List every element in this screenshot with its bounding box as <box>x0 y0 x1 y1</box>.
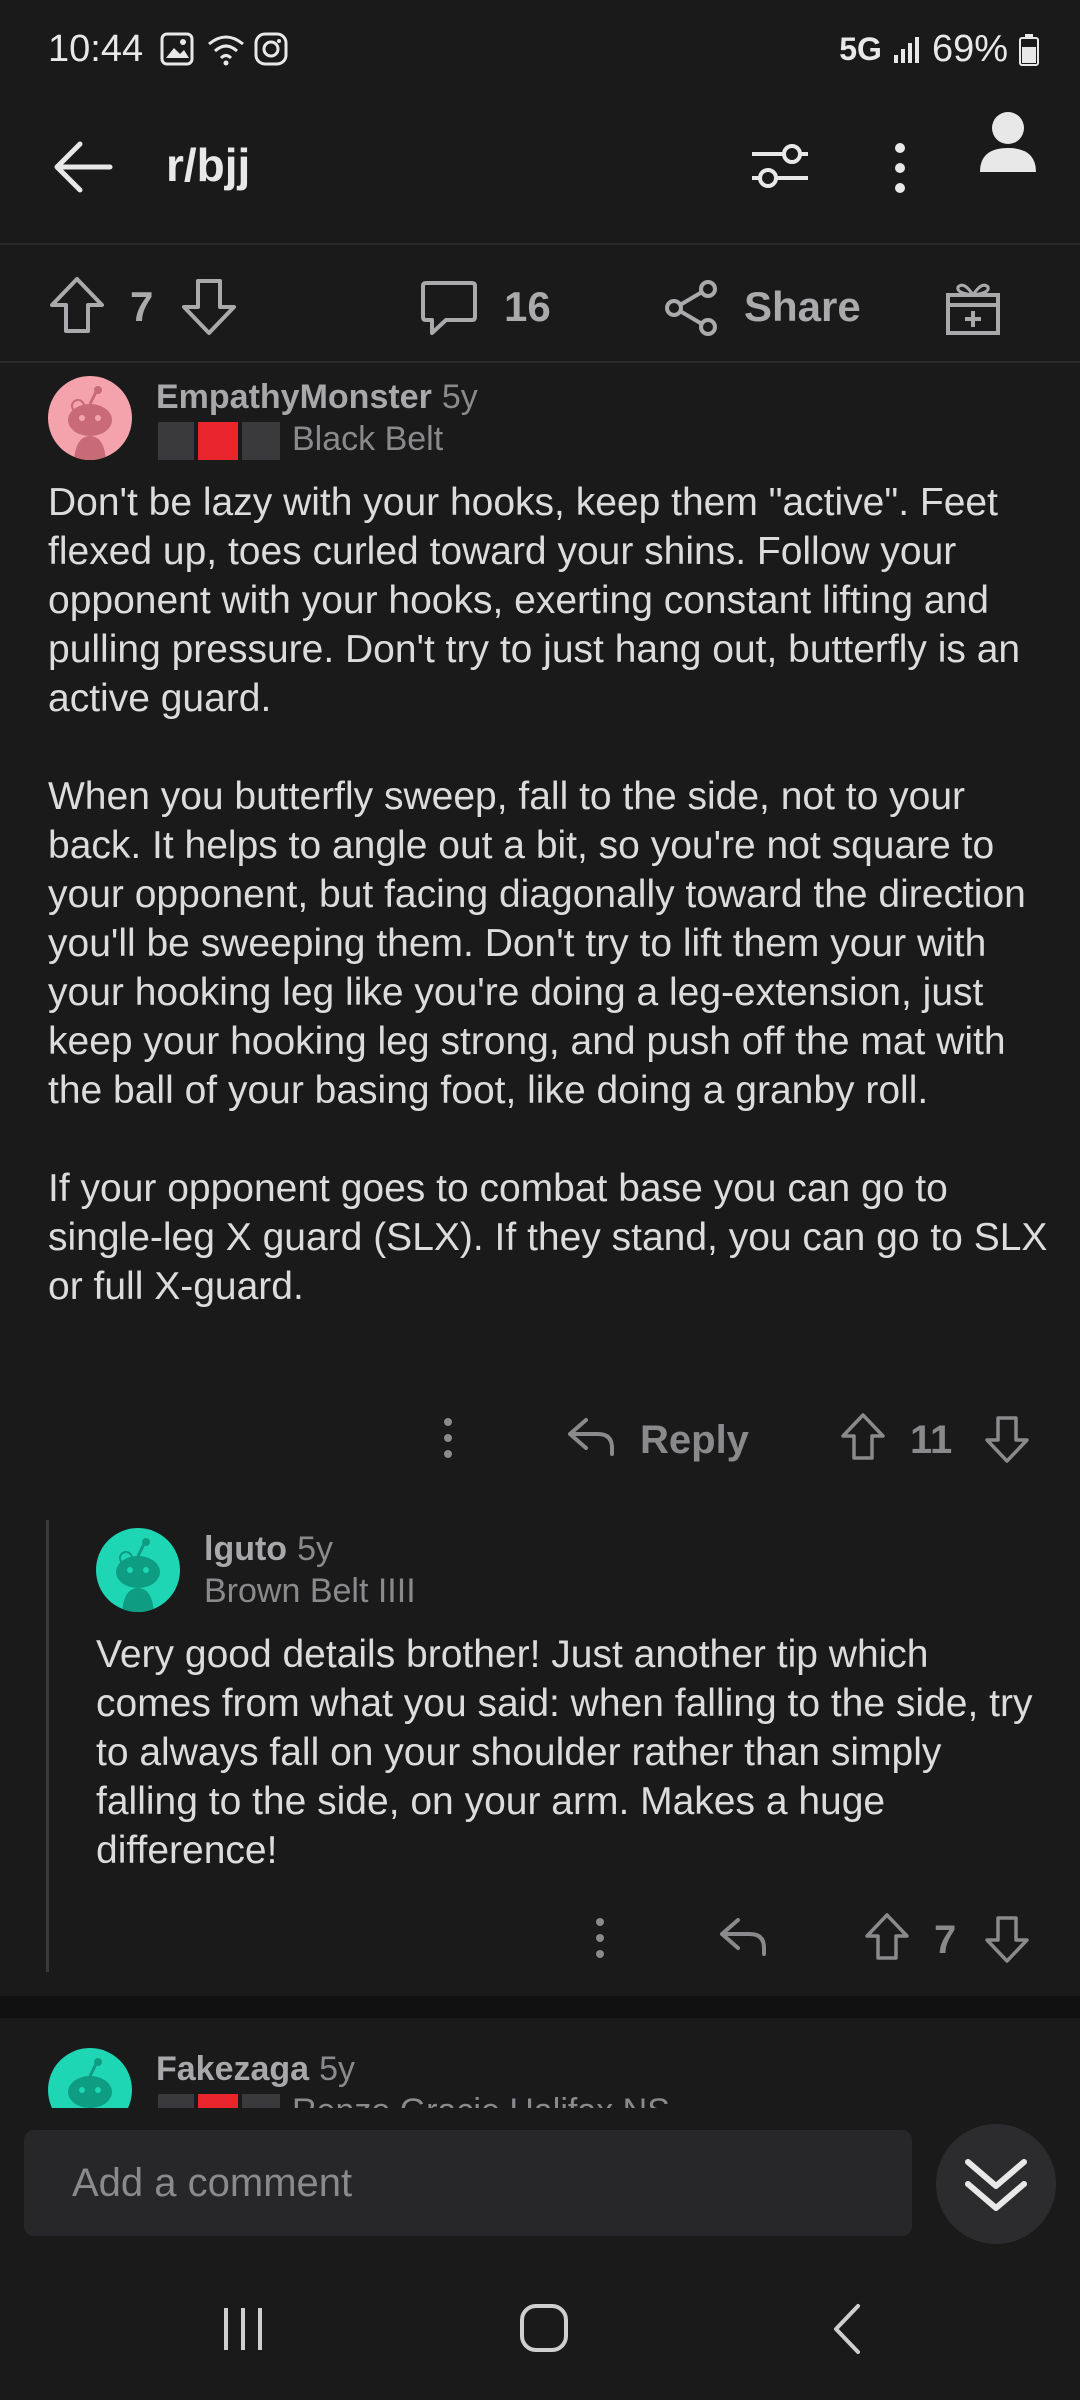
system-back-icon[interactable] <box>828 2302 868 2356</box>
signal-icon <box>892 35 922 65</box>
comment-paragraph: When you butterfly sweep, fall to the si… <box>48 775 1026 1112</box>
comment-body: Very good details brother! Just another … <box>96 1630 1046 1875</box>
gallery-icon <box>160 32 194 66</box>
comment-upvote-icon[interactable] <box>840 1412 886 1462</box>
flair-belt-icon <box>158 2094 280 2108</box>
wifi-icon <box>206 32 246 66</box>
comment-paragraph: If your opponent goes to combat base you… <box>48 1167 1048 1308</box>
recent-apps-icon[interactable] <box>218 2304 268 2354</box>
comment-bubble-icon[interactable] <box>420 279 478 337</box>
comment-age: 5y <box>319 2050 356 2088</box>
username-text[interactable]: EmpathyMonster <box>156 378 432 416</box>
award-gift-icon[interactable] <box>944 277 1002 337</box>
reply-arrow-icon[interactable] <box>718 1914 768 1960</box>
comment-vote-count: 7 <box>934 1918 957 1962</box>
app-header: r/bjj <box>0 100 1080 245</box>
comment-vote-count: 11 <box>910 1418 953 1462</box>
avatar[interactable] <box>48 2048 132 2108</box>
battery-icon <box>1018 33 1040 67</box>
instagram-icon <box>254 32 288 66</box>
user-flair: Black Belt <box>292 420 444 458</box>
user-flair: Renzo Gracie Halifax NS <box>292 2092 670 2108</box>
thread-line[interactable] <box>46 1520 49 1972</box>
comment-fakezaga: Fakezaga 5y Renzo Gracie Halifax NS <box>0 2018 1080 2108</box>
comment-downvote-icon[interactable] <box>984 1414 1030 1464</box>
double-chevron-down-icon <box>965 2159 1027 2211</box>
comment-upvote-icon[interactable] <box>864 1912 910 1962</box>
status-bar: 10:44 5G 69% <box>0 0 1080 100</box>
comment-age: 5y <box>441 378 478 416</box>
post-downvote-icon[interactable] <box>180 277 238 337</box>
comment-body: Don't be lazy with your hooks, keep them… <box>48 478 1048 1311</box>
comment-username[interactable]: lguto 5y <box>204 1530 333 1569</box>
user-flair: Brown Belt IIII <box>204 1572 416 1610</box>
subreddit-title[interactable]: r/bjj <box>166 138 250 192</box>
share-button[interactable]: Share <box>744 283 861 331</box>
post-upvote-icon[interactable] <box>48 275 106 335</box>
share-icon[interactable] <box>662 279 720 337</box>
comment-more-icon[interactable] <box>430 1416 466 1460</box>
comment-username[interactable]: Fakezaga 5y <box>156 2050 355 2089</box>
reply-button[interactable]: Reply <box>640 1418 749 1463</box>
post-actions-bar: 7 16 Share <box>0 245 1080 363</box>
avatar[interactable] <box>96 1528 180 1612</box>
comment-separator <box>0 1996 1080 2018</box>
network-type: 5G <box>839 31 882 67</box>
comment-username[interactable]: EmpathyMonster 5y <box>156 378 478 417</box>
comment-paragraph: Very good details brother! Just another … <box>96 1633 1033 1872</box>
comment-more-icon[interactable] <box>582 1916 618 1960</box>
back-arrow-icon[interactable] <box>50 134 116 200</box>
sort-filter-icon[interactable] <box>748 138 812 194</box>
flair-belt-icon <box>158 422 280 460</box>
comment-age: 5y <box>297 1530 333 1568</box>
add-comment-input[interactable] <box>24 2130 912 2236</box>
home-icon[interactable] <box>518 2302 570 2354</box>
status-time: 10:44 <box>48 28 144 70</box>
username-text[interactable]: lguto <box>204 1530 287 1568</box>
profile-icon[interactable] <box>978 110 1038 174</box>
next-comment-button[interactable] <box>936 2124 1056 2244</box>
reply-arrow-icon[interactable] <box>566 1414 616 1460</box>
comment-bar <box>0 2108 1080 2268</box>
battery-level: 69% <box>931 28 1008 70</box>
post-comment-count[interactable]: 16 <box>504 283 551 331</box>
comment-downvote-icon[interactable] <box>984 1914 1030 1964</box>
system-nav-bar <box>0 2268 1080 2400</box>
post-vote-count: 7 <box>130 283 154 330</box>
comment-paragraph: Don't be lazy with your hooks, keep them… <box>48 481 1021 720</box>
more-options-icon[interactable] <box>884 140 916 196</box>
avatar[interactable] <box>48 376 132 460</box>
username-text[interactable]: Fakezaga <box>156 2050 309 2088</box>
